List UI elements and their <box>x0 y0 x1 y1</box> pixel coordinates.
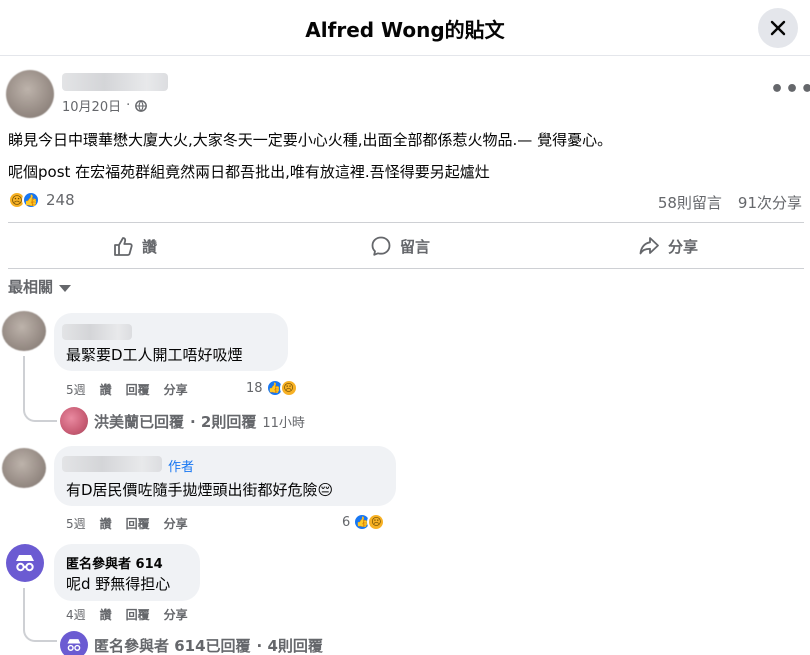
comment-reply-button[interactable]: 回覆 <box>126 381 150 398</box>
post-author-name-redacted[interactable] <box>62 73 168 91</box>
share-button[interactable]: 分享 <box>638 231 698 261</box>
post-text-line-1: 睇見今日中環華懋大廈大火,大家冬天一定要小心火種,出面全部都係惹火物品.— 覺得… <box>8 131 613 149</box>
reply-summary-name: 洪美蘭已回覆 <box>94 412 185 431</box>
comment-like-button[interactable]: 讚 <box>100 606 112 623</box>
comment-share-button[interactable]: 分享 <box>164 381 188 398</box>
post-author-avatar[interactable] <box>6 70 54 118</box>
author-badge: 作者 <box>168 460 195 475</box>
comment-label: 留言 <box>400 237 431 256</box>
like-reaction-icon: 👍 <box>22 191 40 209</box>
sad-reaction-icon: ☹ <box>279 379 298 397</box>
anonymous-avatar[interactable] <box>6 544 44 582</box>
share-arrow-icon <box>639 237 659 255</box>
comment-reply-button[interactable]: 回覆 <box>126 606 150 623</box>
comment-like-button[interactable]: 讚 <box>100 381 112 398</box>
replier-avatar <box>60 407 88 435</box>
reply-summary-count: · 4則回覆 <box>256 636 323 655</box>
comment-like-button[interactable]: 讚 <box>100 515 112 532</box>
thread-connector <box>23 356 57 422</box>
shares-count[interactable]: 91次分享 <box>738 192 802 213</box>
close-icon <box>770 20 786 36</box>
view-replies-link[interactable]: 洪美蘭已回覆 · 2則回覆 11小時 <box>60 407 305 435</box>
comment-text: 最緊要D工人開工唔好吸煙 <box>66 346 243 364</box>
comment-button[interactable]: 留言 <box>370 231 430 261</box>
view-replies-link[interactable]: 匿名參與者 614已回覆 · 4則回覆 <box>60 631 323 655</box>
comment-sort-dropdown[interactable]: 最相關 <box>8 276 72 297</box>
comment-author-redacted[interactable] <box>62 324 132 340</box>
comment-reactions[interactable]: 18 👍 ☹ <box>246 379 298 397</box>
post-meta: 10月20日 · <box>62 96 148 115</box>
meta-separator: · <box>126 98 131 113</box>
comment-share-button[interactable]: 分享 <box>164 515 188 532</box>
caret-down-icon <box>59 284 72 292</box>
post-reactions[interactable]: ☹ 👍 248 <box>8 191 75 209</box>
comment-bubble-icon <box>371 236 391 256</box>
comment-reaction-count: 6 <box>342 514 351 530</box>
comment-reactions[interactable]: 6 👍 ☹ <box>342 513 386 531</box>
comment-actions: 5週 讚 回覆 分享 <box>66 381 188 398</box>
post-date[interactable]: 10月20日 <box>62 96 121 115</box>
dialog-header: Alfred Wong的貼文 <box>0 0 810 56</box>
comment-age[interactable]: 5週 <box>66 381 86 398</box>
comment-author-name[interactable]: 匿名參與者 614 <box>66 553 163 572</box>
reply-summary-time: 11小時 <box>262 415 305 431</box>
comment-reaction-count: 18 <box>246 380 263 396</box>
close-button[interactable] <box>758 8 798 48</box>
comment-text: 呢d 野無得担心 <box>66 575 171 593</box>
comment-age[interactable]: 5週 <box>66 515 86 532</box>
more-options-button[interactable]: ••• <box>770 79 810 101</box>
divider-bottom <box>8 268 804 269</box>
share-label: 分享 <box>668 237 699 256</box>
comment-avatar[interactable] <box>2 448 46 488</box>
like-button[interactable]: 讚 <box>112 231 157 261</box>
sad-reaction-icon: ☹ <box>367 513 386 531</box>
incognito-icon <box>16 555 34 572</box>
incognito-icon <box>67 639 81 651</box>
reply-summary-count: · 2則回覆 <box>190 412 257 431</box>
comment-share-button[interactable]: 分享 <box>164 606 188 623</box>
comment-reply-button[interactable]: 回覆 <box>126 515 150 532</box>
replier-anonymous-avatar <box>60 631 88 655</box>
thumbs-up-icon <box>114 237 133 256</box>
comment-text: 有D居民價咗隨手拋煙頭出街都好危險😔 <box>66 481 334 499</box>
sort-label: 最相關 <box>8 278 54 296</box>
comment-avatar[interactable] <box>2 311 46 351</box>
post-text-line-2: 呢個post 在宏福苑群組竟然兩日都吾批出,唯有放這裡.吾怪得要另起爐灶 <box>8 163 490 181</box>
reaction-count: 248 <box>46 191 75 209</box>
like-label: 讚 <box>142 237 158 256</box>
comment-age[interactable]: 4週 <box>66 606 86 623</box>
globe-icon <box>135 99 148 112</box>
dialog-title: Alfred Wong的貼文 <box>305 18 505 42</box>
comment-actions: 5週 讚 回覆 分享 <box>66 515 188 532</box>
reply-summary-name: 匿名參與者 614已回覆 <box>94 636 251 655</box>
comments-count[interactable]: 58則留言 <box>658 192 722 213</box>
divider-top <box>8 222 804 223</box>
thread-connector <box>23 588 57 642</box>
post-stats: 58則留言 91次分享 <box>658 192 802 213</box>
comment-author-redacted[interactable] <box>62 456 162 472</box>
comment-actions: 4週 讚 回覆 分享 <box>66 606 188 623</box>
